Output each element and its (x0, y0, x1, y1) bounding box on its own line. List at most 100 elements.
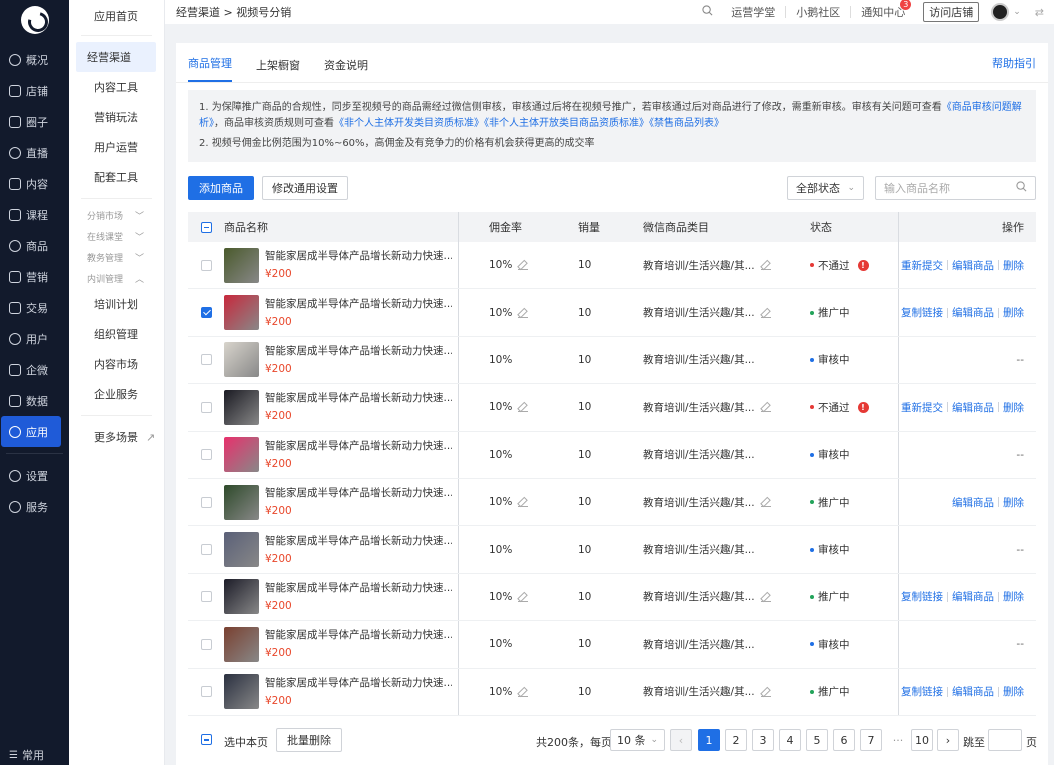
menu-item-2[interactable]: 营销玩法 (76, 102, 156, 132)
menu-item-0[interactable]: 经营渠道 (76, 42, 156, 72)
page-button[interactable]: 10 (911, 729, 933, 751)
page-button[interactable]: 7 (860, 729, 882, 751)
rail-item-8[interactable]: 交易 (0, 292, 69, 323)
menu-item-1[interactable]: 内容工具 (76, 72, 156, 102)
row-checkbox[interactable] (201, 574, 212, 620)
goods-thumbnail[interactable] (224, 295, 259, 331)
checkbox[interactable] (201, 307, 212, 319)
checkbox[interactable] (201, 591, 212, 603)
batch-delete-button[interactable]: 批量删除 (276, 728, 342, 752)
row-checkbox[interactable] (201, 384, 212, 430)
rail-bottom-item-0[interactable]: 设置 (0, 460, 69, 491)
tab-fund-info[interactable]: 资金说明 (324, 57, 368, 82)
action-link[interactable]: 删除 (1003, 684, 1024, 699)
menu-item2-3[interactable]: 企业服务 (76, 379, 156, 409)
goods-qualification-link[interactable]: 《非个人主体开放类目商品资质标准》 (484, 118, 649, 129)
row-checkbox[interactable] (201, 669, 212, 715)
rail-common-item[interactable]: ☰ 常用 (0, 745, 69, 765)
edit-icon[interactable] (518, 308, 529, 318)
action-link[interactable]: 删除 (1003, 589, 1024, 604)
action-link[interactable]: 编辑商品 (952, 258, 994, 273)
goods-name[interactable]: 智能家居成半导体产品增长新动力快速... (265, 533, 452, 548)
next-page-button[interactable]: › (937, 729, 959, 751)
action-link[interactable]: 重新提交 (901, 258, 943, 273)
goods-thumbnail[interactable] (224, 674, 259, 710)
goods-thumbnail[interactable] (224, 579, 259, 615)
goods-name[interactable]: 智能家居成半导体产品增长新动力快速... (265, 390, 452, 405)
menu-item-more-scenes[interactable]: 更多场景 ↗ (76, 422, 156, 452)
page-size-select[interactable]: 10 条 ⌄ (610, 729, 665, 751)
search-icon[interactable] (1016, 181, 1027, 195)
prev-page-button[interactable]: ‹ (670, 729, 692, 751)
action-link[interactable]: 重新提交 (901, 400, 943, 415)
goods-thumbnail[interactable] (224, 342, 259, 378)
menu-group-0[interactable]: 分销市场 ﹀ (69, 205, 164, 226)
goods-name[interactable]: 智能家居成半导体产品增长新动力快速... (265, 627, 452, 642)
action-link[interactable]: 删除 (1003, 305, 1024, 320)
rail-bottom-item-1[interactable]: 服务 (0, 491, 69, 522)
menu-group-3[interactable]: 内训管理 ︿ (69, 268, 164, 289)
rail-item-7[interactable]: 营销 (0, 261, 69, 292)
menu-group-1[interactable]: 在线课堂 ﹀ (69, 226, 164, 247)
action-link[interactable]: 复制链接 (901, 305, 943, 320)
qualification-standard-link[interactable]: 《非个人主体开发类目资质标准》 (334, 118, 484, 129)
app-logo[interactable] (20, 6, 49, 34)
edit-icon[interactable] (518, 687, 529, 697)
tab-goods-management[interactable]: 商品管理 (188, 55, 232, 82)
checkbox-indeterminate[interactable] (201, 221, 212, 233)
rail-item-11[interactable]: 数据 (0, 385, 69, 416)
rail-item-1[interactable]: 店铺 (0, 75, 69, 106)
rail-item-12[interactable]: 应用 (1, 416, 61, 447)
goods-name[interactable]: 智能家居成半导体产品增长新动力快速... (265, 485, 452, 500)
rail-item-5[interactable]: 课程 (0, 199, 69, 230)
action-link[interactable]: 复制链接 (901, 684, 943, 699)
menu-item2-0[interactable]: 培训计划 (76, 289, 156, 319)
checkbox[interactable] (201, 544, 212, 556)
goods-thumbnail[interactable] (224, 437, 259, 473)
checkbox[interactable] (201, 638, 212, 650)
menu-item-home[interactable]: 应用首页 (76, 3, 156, 29)
chevron-down-icon[interactable]: ⌄ (1013, 7, 1021, 17)
goods-name[interactable]: 智能家居成半导体产品增长新动力快速... (265, 580, 452, 595)
action-link[interactable]: 编辑商品 (952, 305, 994, 320)
rail-item-6[interactable]: 商品 (0, 230, 69, 261)
checkbox[interactable] (201, 259, 212, 271)
checkbox[interactable] (201, 449, 212, 461)
select-all-checkbox[interactable] (201, 212, 212, 242)
edit-icon[interactable] (518, 592, 529, 602)
action-link[interactable]: 删除 (1003, 495, 1024, 510)
row-checkbox[interactable] (201, 526, 212, 572)
goods-name[interactable]: 智能家居成半导体产品增长新动力快速... (265, 296, 452, 311)
menu-item2-1[interactable]: 组织管理 (76, 319, 156, 349)
banned-goods-link[interactable]: 《禁售商品列表》 (649, 118, 724, 129)
edit-icon[interactable] (518, 497, 529, 508)
goods-thumbnail[interactable] (224, 484, 259, 520)
search-icon[interactable] (702, 5, 713, 19)
link-community[interactable]: 小鹅社区 (796, 4, 840, 20)
page-button[interactable]: 5 (806, 729, 828, 751)
menu-item2-2[interactable]: 内容市场 (76, 349, 156, 379)
rail-item-4[interactable]: 内容 (0, 168, 69, 199)
link-operation-school[interactable]: 运营学堂 (731, 4, 775, 20)
edit-icon[interactable] (518, 402, 529, 413)
help-guide-link[interactable]: 帮助指引 (992, 55, 1036, 71)
switch-icon[interactable]: ⇄ (1035, 6, 1044, 19)
warning-icon[interactable]: ! (857, 401, 869, 413)
jump-page-input[interactable] (988, 729, 1022, 751)
goods-thumbnail[interactable] (224, 532, 259, 568)
edit-icon[interactable] (518, 260, 529, 271)
goods-name[interactable]: 智能家居成半导体产品增长新动力快速... (265, 248, 452, 263)
row-checkbox[interactable] (201, 479, 212, 525)
goods-thumbnail[interactable] (224, 389, 259, 425)
edit-icon[interactable] (760, 497, 771, 508)
checkbox[interactable] (201, 354, 212, 366)
rail-item-9[interactable]: 用户 (0, 323, 69, 354)
rail-item-2[interactable]: 圈子 (0, 106, 69, 137)
action-link[interactable]: 编辑商品 (952, 400, 994, 415)
action-link[interactable]: 编辑商品 (952, 684, 994, 699)
goods-name[interactable]: 智能家居成半导体产品增长新动力快速... (265, 675, 452, 690)
goods-thumbnail[interactable] (224, 247, 259, 283)
goods-search-input[interactable]: 输入商品名称 (875, 176, 1036, 200)
warning-icon[interactable]: ! (857, 259, 869, 271)
goods-thumbnail[interactable] (224, 626, 259, 662)
